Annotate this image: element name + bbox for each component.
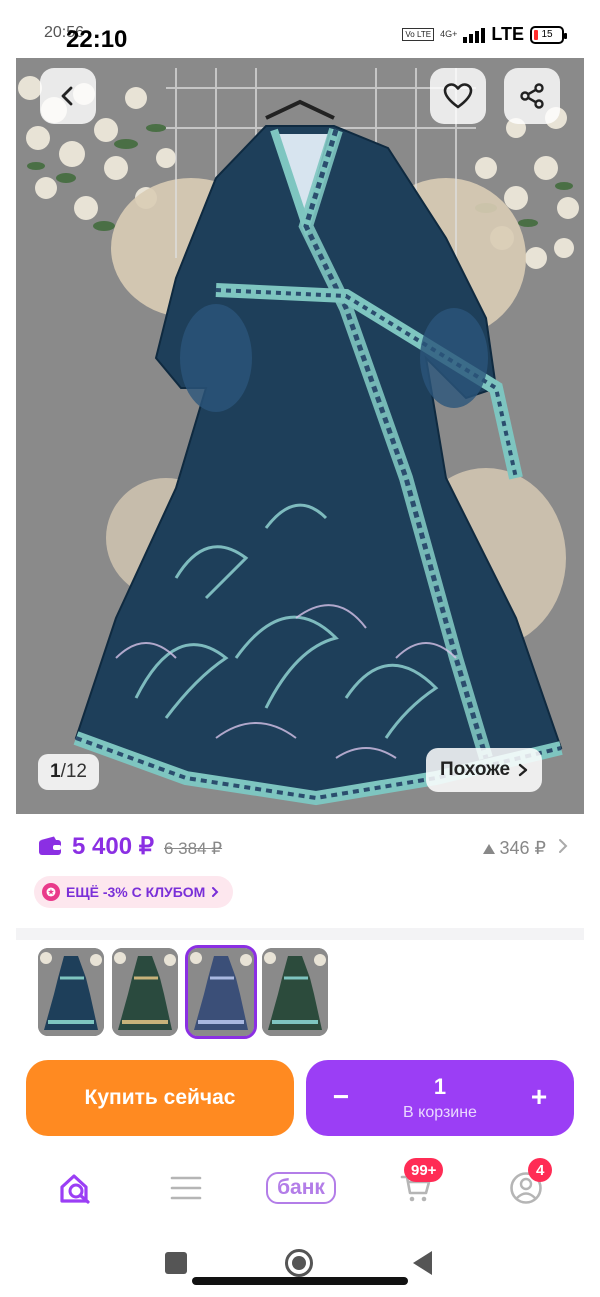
price-row: 5 400 ₽ 6 384 ₽ (38, 832, 222, 861)
favorite-button[interactable] (430, 68, 486, 124)
thumbnail-4[interactable] (262, 948, 328, 1036)
bonus-points[interactable]: 346 ₽ (482, 838, 547, 859)
home-icon[interactable] (285, 1249, 313, 1277)
wallet-icon (39, 836, 61, 855)
purchase-actions: Купить сейчас − 1 В корзине + (16, 1050, 584, 1150)
cart-quantity-stepper: − 1 В корзине + (306, 1060, 574, 1136)
back-triangle-icon[interactable] (413, 1251, 432, 1275)
status-bar: 20:56 22:10 Vo LTE 4G+ LTE 15 (0, 0, 600, 60)
chevron-right-icon (559, 839, 568, 853)
battery-icon: 15 (530, 25, 567, 44)
thumbnail-1[interactable] (38, 948, 104, 1036)
image-counter-total: 12 (65, 761, 87, 782)
chevron-right-icon (212, 887, 219, 897)
club-icon: ✪ (42, 883, 60, 901)
nav-bank[interactable]: банк (256, 1160, 346, 1216)
share-button[interactable] (504, 68, 560, 124)
signal-icon (463, 27, 486, 43)
club-discount-label: ЕЩЁ -3% С КЛУБОМ (66, 884, 206, 900)
recent-apps-icon[interactable] (165, 1252, 187, 1274)
color-thumbnails (16, 940, 584, 1050)
cart-count-badge: 99+ (404, 1158, 444, 1182)
old-price: 6 384 ₽ (164, 839, 223, 858)
price-card: 5 400 ₽ 6 384 ₽ 346 ₽ ✪ ЕЩЁ -3% С КЛУБОМ (16, 814, 584, 928)
heart-icon (443, 83, 473, 109)
bank-label: банк (266, 1172, 336, 1204)
status-time: 22:10 (66, 26, 128, 53)
battery-percent: 15 (541, 29, 553, 40)
thumbnail-2[interactable] (112, 948, 178, 1036)
increase-quantity-button[interactable]: + (522, 1080, 556, 1114)
section-divider (16, 928, 584, 940)
image-counter-current: 1 (50, 761, 61, 782)
dress-photo (16, 58, 584, 814)
thumbnail-image (188, 948, 254, 1036)
network-type: LTE (491, 24, 524, 44)
nav-home-search[interactable] (46, 1160, 106, 1216)
system-navigation-bar (0, 1230, 600, 1297)
nav-profile[interactable]: 4 (496, 1158, 556, 1216)
thumbnail-image (38, 948, 104, 1036)
gesture-bar[interactable] (192, 1277, 408, 1285)
similar-products-label: Похоже (440, 759, 511, 780)
chevron-left-icon (61, 86, 73, 106)
current-price: 5 400 ₽ (72, 833, 154, 860)
triangle-up-icon (482, 843, 495, 854)
thumbnail-image (112, 948, 178, 1036)
menu-icon (170, 1176, 202, 1200)
chevron-right-icon (518, 763, 528, 777)
app-screen: 20:56 22:10 Vo LTE 4G+ LTE 15 1 / 12 Пох… (0, 0, 600, 1297)
notifications-badge: 4 (528, 1158, 553, 1182)
battery-level (534, 29, 538, 40)
bottom-navigation: банк 99+ 4 (16, 1150, 584, 1230)
club-discount-badge[interactable]: ✪ ЕЩЁ -3% С КЛУБОМ (34, 876, 234, 908)
network-gen-indicator: 4G+ (440, 29, 458, 39)
thumbnail-3[interactable] (185, 945, 257, 1039)
back-button[interactable] (40, 68, 96, 124)
buy-now-button[interactable]: Купить сейчас (26, 1060, 294, 1136)
nav-catalog[interactable] (156, 1160, 216, 1216)
bonus-points-value: 346 ₽ (499, 838, 547, 858)
share-icon (520, 83, 544, 109)
nav-cart[interactable]: 99+ (386, 1158, 446, 1216)
similar-products-button[interactable]: Похоже (426, 748, 543, 792)
image-counter: 1 / 12 (38, 754, 99, 790)
product-image-gallery[interactable]: 1 / 12 Похоже (16, 58, 584, 814)
volte-indicator: Vo LTE (402, 28, 435, 41)
thumbnail-image (262, 948, 328, 1036)
status-indicators: Vo LTE 4G+ LTE 15 (402, 24, 567, 45)
home-search-icon (60, 1174, 90, 1204)
